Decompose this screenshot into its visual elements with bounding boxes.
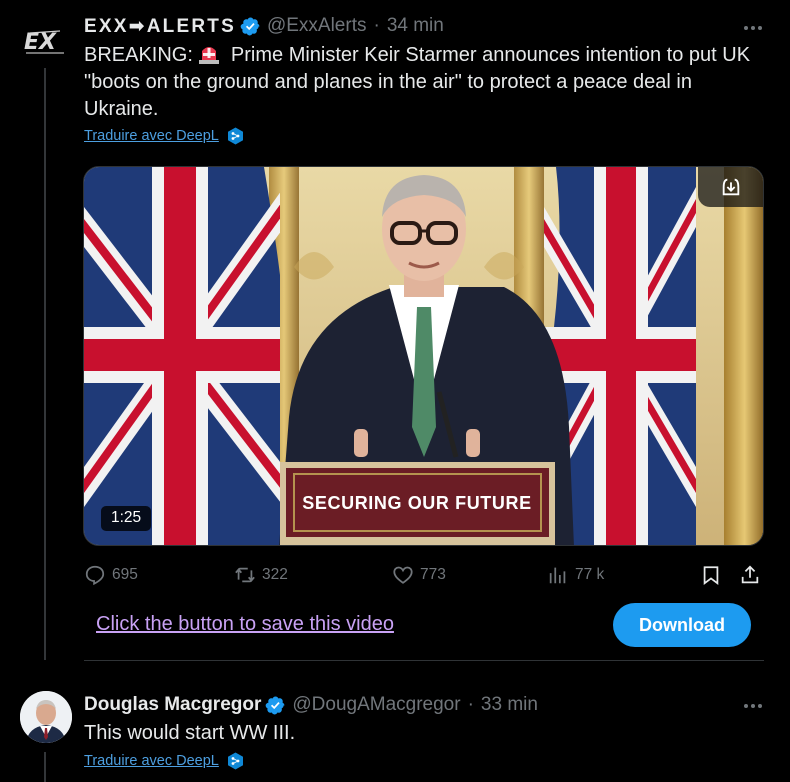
video-player[interactable]: SECURING OUR FUTURE 1:25 (83, 166, 764, 546)
tweet-timestamp[interactable]: 34 min (387, 15, 444, 37)
reply-button[interactable]: 695 (84, 564, 138, 586)
tweet-header: Douglas Macgregor @DougAMacgregor · 33 m… (84, 693, 538, 717)
translate-label: Traduire avec DeepL (84, 753, 219, 769)
user-handle[interactable]: @DougAMacgregor (292, 694, 460, 716)
deepl-icon (227, 127, 243, 145)
police-light-emoji (198, 47, 219, 64)
views-button[interactable]: 77 k (547, 564, 604, 586)
exx-alerts-avatar[interactable]: EX (20, 17, 70, 67)
thread-connector-line-bottom (44, 752, 46, 782)
breaking-label: BREAKING: (84, 44, 193, 66)
share-icon (741, 565, 759, 584)
like-button[interactable]: 773 (392, 564, 446, 586)
thread-connector-line (44, 68, 46, 660)
tweet-timestamp[interactable]: 33 min (481, 694, 538, 716)
douglas-macgregor-avatar[interactable] (20, 691, 72, 743)
download-icon (722, 178, 739, 196)
reply-count: 695 (112, 566, 138, 583)
separator-dot: · (373, 15, 380, 36)
display-name[interactable]: EXX➡ALERTS (84, 15, 236, 38)
more-options-icon[interactable] (744, 26, 762, 30)
download-corner-button[interactable] (698, 167, 763, 207)
display-name[interactable]: Douglas Macgregor (84, 694, 261, 716)
bookmark-button[interactable] (700, 564, 722, 586)
analytics-icon (549, 567, 566, 584)
repost-count: 322 (262, 566, 288, 583)
more-options-icon[interactable] (744, 704, 762, 708)
download-button[interactable]: Download (613, 603, 751, 647)
tweet-actions-bar: 695 322 773 77 k (84, 564, 764, 590)
bookmark-icon (703, 566, 719, 585)
save-video-link[interactable]: Click the button to save this video (96, 613, 394, 636)
like-count: 773 (420, 566, 446, 583)
profile-photo (20, 691, 72, 743)
translate-link[interactable]: Traduire avec DeepL (84, 752, 244, 770)
heart-icon (393, 566, 413, 584)
tweet-divider (84, 660, 764, 661)
tweet-text: This would start WW III. (84, 722, 296, 744)
deepl-icon (227, 752, 243, 770)
share-button[interactable] (739, 564, 761, 586)
verified-badge-icon (266, 696, 285, 714)
exx-alerts-logo-icon: EX (20, 17, 70, 67)
tweet-header: EXX➡ALERTS @ExxAlerts · 34 min (84, 14, 444, 38)
video-duration: 1:25 (101, 506, 152, 531)
video-thumbnail: SECURING OUR FUTURE (84, 167, 763, 545)
verified-badge-icon (240, 17, 260, 35)
view-count: 77 k (575, 566, 605, 583)
repost-icon (235, 567, 255, 583)
repost-button[interactable]: 322 (234, 564, 288, 586)
svg-text:EX: EX (24, 30, 57, 55)
podium-sign-text: SECURING OUR FUTURE (302, 493, 531, 513)
translate-link[interactable]: Traduire avec DeepL (84, 127, 244, 145)
reply-icon (85, 565, 105, 586)
user-handle[interactable]: @ExxAlerts (267, 15, 367, 37)
tweet-text: BREAKING: Prime Minister Keir Starmer an… (84, 42, 764, 123)
translate-label: Traduire avec DeepL (84, 128, 219, 144)
separator-dot: · (467, 694, 474, 715)
